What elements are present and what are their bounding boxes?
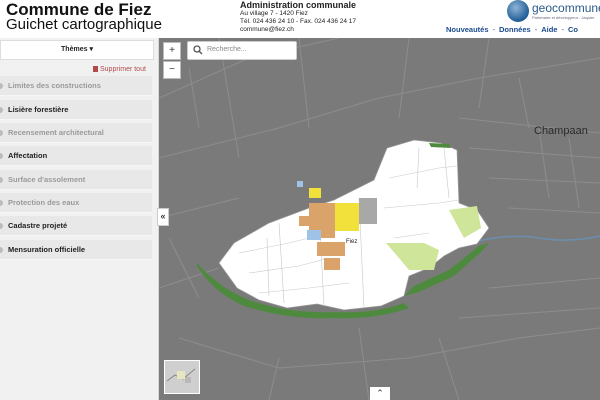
layer-recensement-architectural[interactable]: Recensement architectural [0, 123, 152, 143]
layer-label: Cadastre projeté [8, 221, 68, 230]
zone-orange [317, 242, 345, 256]
admin-address: Au village 7 - 1420 Fiez [240, 10, 308, 17]
map-canvas[interactable]: Champaan Fiez Fiez [159, 38, 600, 400]
admin-title: Administration communale [240, 0, 357, 10]
drag-handle-icon [0, 153, 3, 159]
layer-protection-eaux[interactable]: Protection des eaux [0, 193, 152, 213]
layer-mensuration-officielle[interactable]: Mensuration officielle [0, 240, 152, 260]
sidebar: Thèmes ▾ Supprimer tout Limites des cons… [0, 38, 159, 400]
delete-all-label: Supprimer tout [100, 66, 146, 73]
geocommunes-logo[interactable]: geocommunes Partenaire et développeur : … [507, 0, 600, 24]
layer-limites-constructions[interactable]: Limites des constructions [0, 76, 152, 96]
app-header: Commune de Fiez Guichet cartographique A… [0, 0, 600, 38]
search-icon [193, 45, 203, 55]
layer-cadastre-projete[interactable]: Cadastre projeté [0, 216, 152, 236]
layer-lisiere-forestiere[interactable]: Lisière forestière [0, 100, 152, 120]
drag-handle-icon [0, 130, 3, 136]
layer-label: Mensuration officielle [8, 245, 86, 254]
delete-all-button[interactable]: Supprimer tout [93, 66, 146, 73]
zone-orange [299, 216, 311, 226]
expand-panel-button[interactable]: ⌃ [370, 387, 390, 400]
zone-blue [307, 230, 321, 240]
nav-contact[interactable]: Co [568, 25, 578, 34]
layer-label: Lisière forestière [8, 105, 69, 114]
trash-icon [93, 66, 98, 72]
layer-surface-assolement[interactable]: Surface d'assolement [0, 170, 152, 190]
admin-email[interactable]: commune@fiez.ch [240, 26, 356, 34]
page-subtitle: Guichet cartographique [6, 16, 162, 33]
nav-aide[interactable]: Aide [541, 25, 557, 34]
zone-grey [359, 198, 377, 224]
layer-label: Surface d'assolement [8, 175, 86, 184]
map-layers [159, 38, 600, 400]
layer-label: Affectation [8, 151, 48, 160]
zoom-in-button[interactable]: + [163, 42, 181, 60]
nav-donnees[interactable]: Données [499, 25, 531, 34]
themes-label: Thèmes [61, 46, 88, 53]
themes-dropdown[interactable]: Thèmes ▾ [0, 40, 154, 60]
place-label-fiez: Fiez [346, 239, 358, 245]
logo-tagline: Partenaire et développeur : Jaquier [532, 15, 595, 20]
globe-icon [507, 0, 529, 22]
layer-label: Protection des eaux [8, 198, 80, 207]
admin-info: Administration communale Au village 7 - … [240, 0, 356, 34]
zone-orange [324, 258, 340, 270]
zone-blue [297, 181, 303, 187]
zone-yellow [335, 203, 359, 231]
zoom-out-button[interactable]: − [163, 61, 181, 79]
drag-handle-icon [0, 247, 3, 253]
place-label-champagne: Champaan [534, 125, 588, 137]
basemap-thumbnail[interactable] [164, 360, 200, 394]
search-input[interactable]: Recherche... [207, 46, 247, 53]
basemap-preview-icon [165, 361, 199, 393]
nav-nouveautes[interactable]: Nouveautés [446, 25, 489, 34]
chevron-up-icon: ⌃ [376, 388, 384, 398]
layer-label: Limites des constructions [8, 81, 101, 90]
layer-affectation[interactable]: Affectation [0, 146, 152, 166]
admin-phone: Tél. 024 436 24 10 - Fax. 024 436 24 17 [240, 18, 357, 25]
logo-text: geocommunes [532, 1, 600, 15]
drag-handle-icon [0, 223, 3, 229]
caret-down-icon: ▾ [89, 46, 93, 53]
top-nav: Nouveautés - Données - Aide - Co [446, 25, 578, 34]
drag-handle-icon [0, 177, 3, 183]
drag-handle-icon [0, 83, 3, 89]
drag-handle-icon [0, 200, 3, 206]
drag-handle-icon [0, 107, 3, 113]
search-box[interactable]: Recherche... [187, 41, 297, 60]
collapse-sidebar-button[interactable]: « [157, 208, 169, 226]
layer-label: Recensement architectural [8, 128, 104, 137]
zone-yellow [309, 188, 321, 198]
